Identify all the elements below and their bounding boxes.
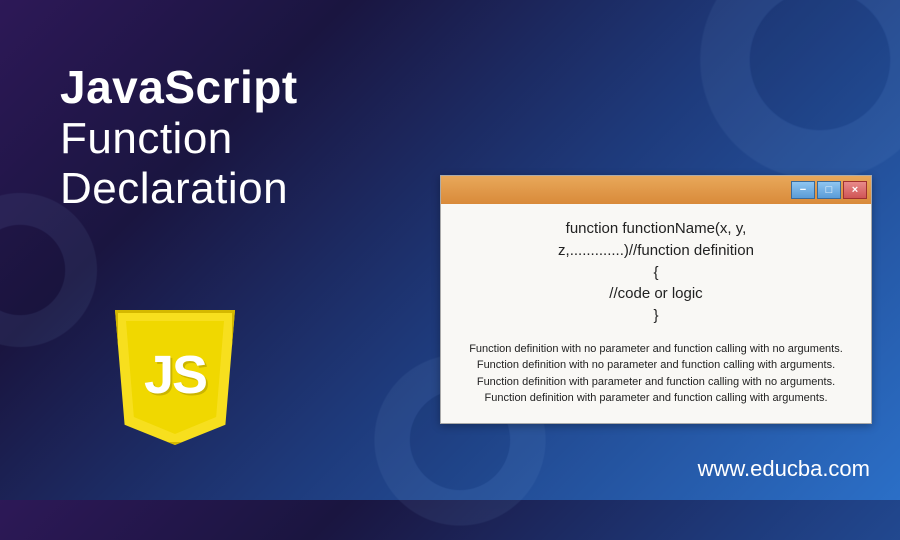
code-window: − □ × function functionName(x, y, z,....… bbox=[440, 175, 872, 424]
close-button[interactable]: × bbox=[843, 181, 867, 199]
background-gear-icon bbox=[680, 0, 900, 200]
code-block: function functionName(x, y, z,..........… bbox=[457, 218, 855, 327]
code-line: z,.............)//function definition bbox=[457, 240, 855, 262]
title-line-3: Declaration bbox=[60, 164, 298, 214]
minimize-icon: − bbox=[800, 184, 806, 196]
code-line: { bbox=[457, 262, 855, 284]
title-line-2: Function bbox=[60, 114, 298, 164]
footer-url: www.educba.com bbox=[698, 456, 870, 482]
js-shield-icon: JS bbox=[115, 310, 235, 445]
window-titlebar: − □ × bbox=[441, 176, 871, 204]
description-line: Function definition with no parameter an… bbox=[457, 341, 855, 358]
javascript-logo: JS bbox=[115, 310, 265, 460]
code-line: //code or logic bbox=[457, 283, 855, 305]
description-block: Function definition with no parameter an… bbox=[457, 341, 855, 407]
code-line: function functionName(x, y, bbox=[457, 218, 855, 240]
code-line: } bbox=[457, 305, 855, 327]
js-logo-text: JS bbox=[144, 344, 206, 406]
description-line: Function definition with no parameter an… bbox=[457, 357, 855, 374]
page-title: JavaScript Function Declaration bbox=[60, 60, 298, 214]
maximize-button[interactable]: □ bbox=[817, 181, 841, 199]
maximize-icon: □ bbox=[826, 184, 833, 196]
description-line: Function definition with parameter and f… bbox=[457, 374, 855, 391]
minimize-button[interactable]: − bbox=[791, 181, 815, 199]
close-icon: × bbox=[852, 184, 858, 196]
title-line-1: JavaScript bbox=[60, 60, 298, 114]
description-line: Function definition with parameter and f… bbox=[457, 390, 855, 407]
window-body: function functionName(x, y, z,..........… bbox=[441, 204, 871, 423]
